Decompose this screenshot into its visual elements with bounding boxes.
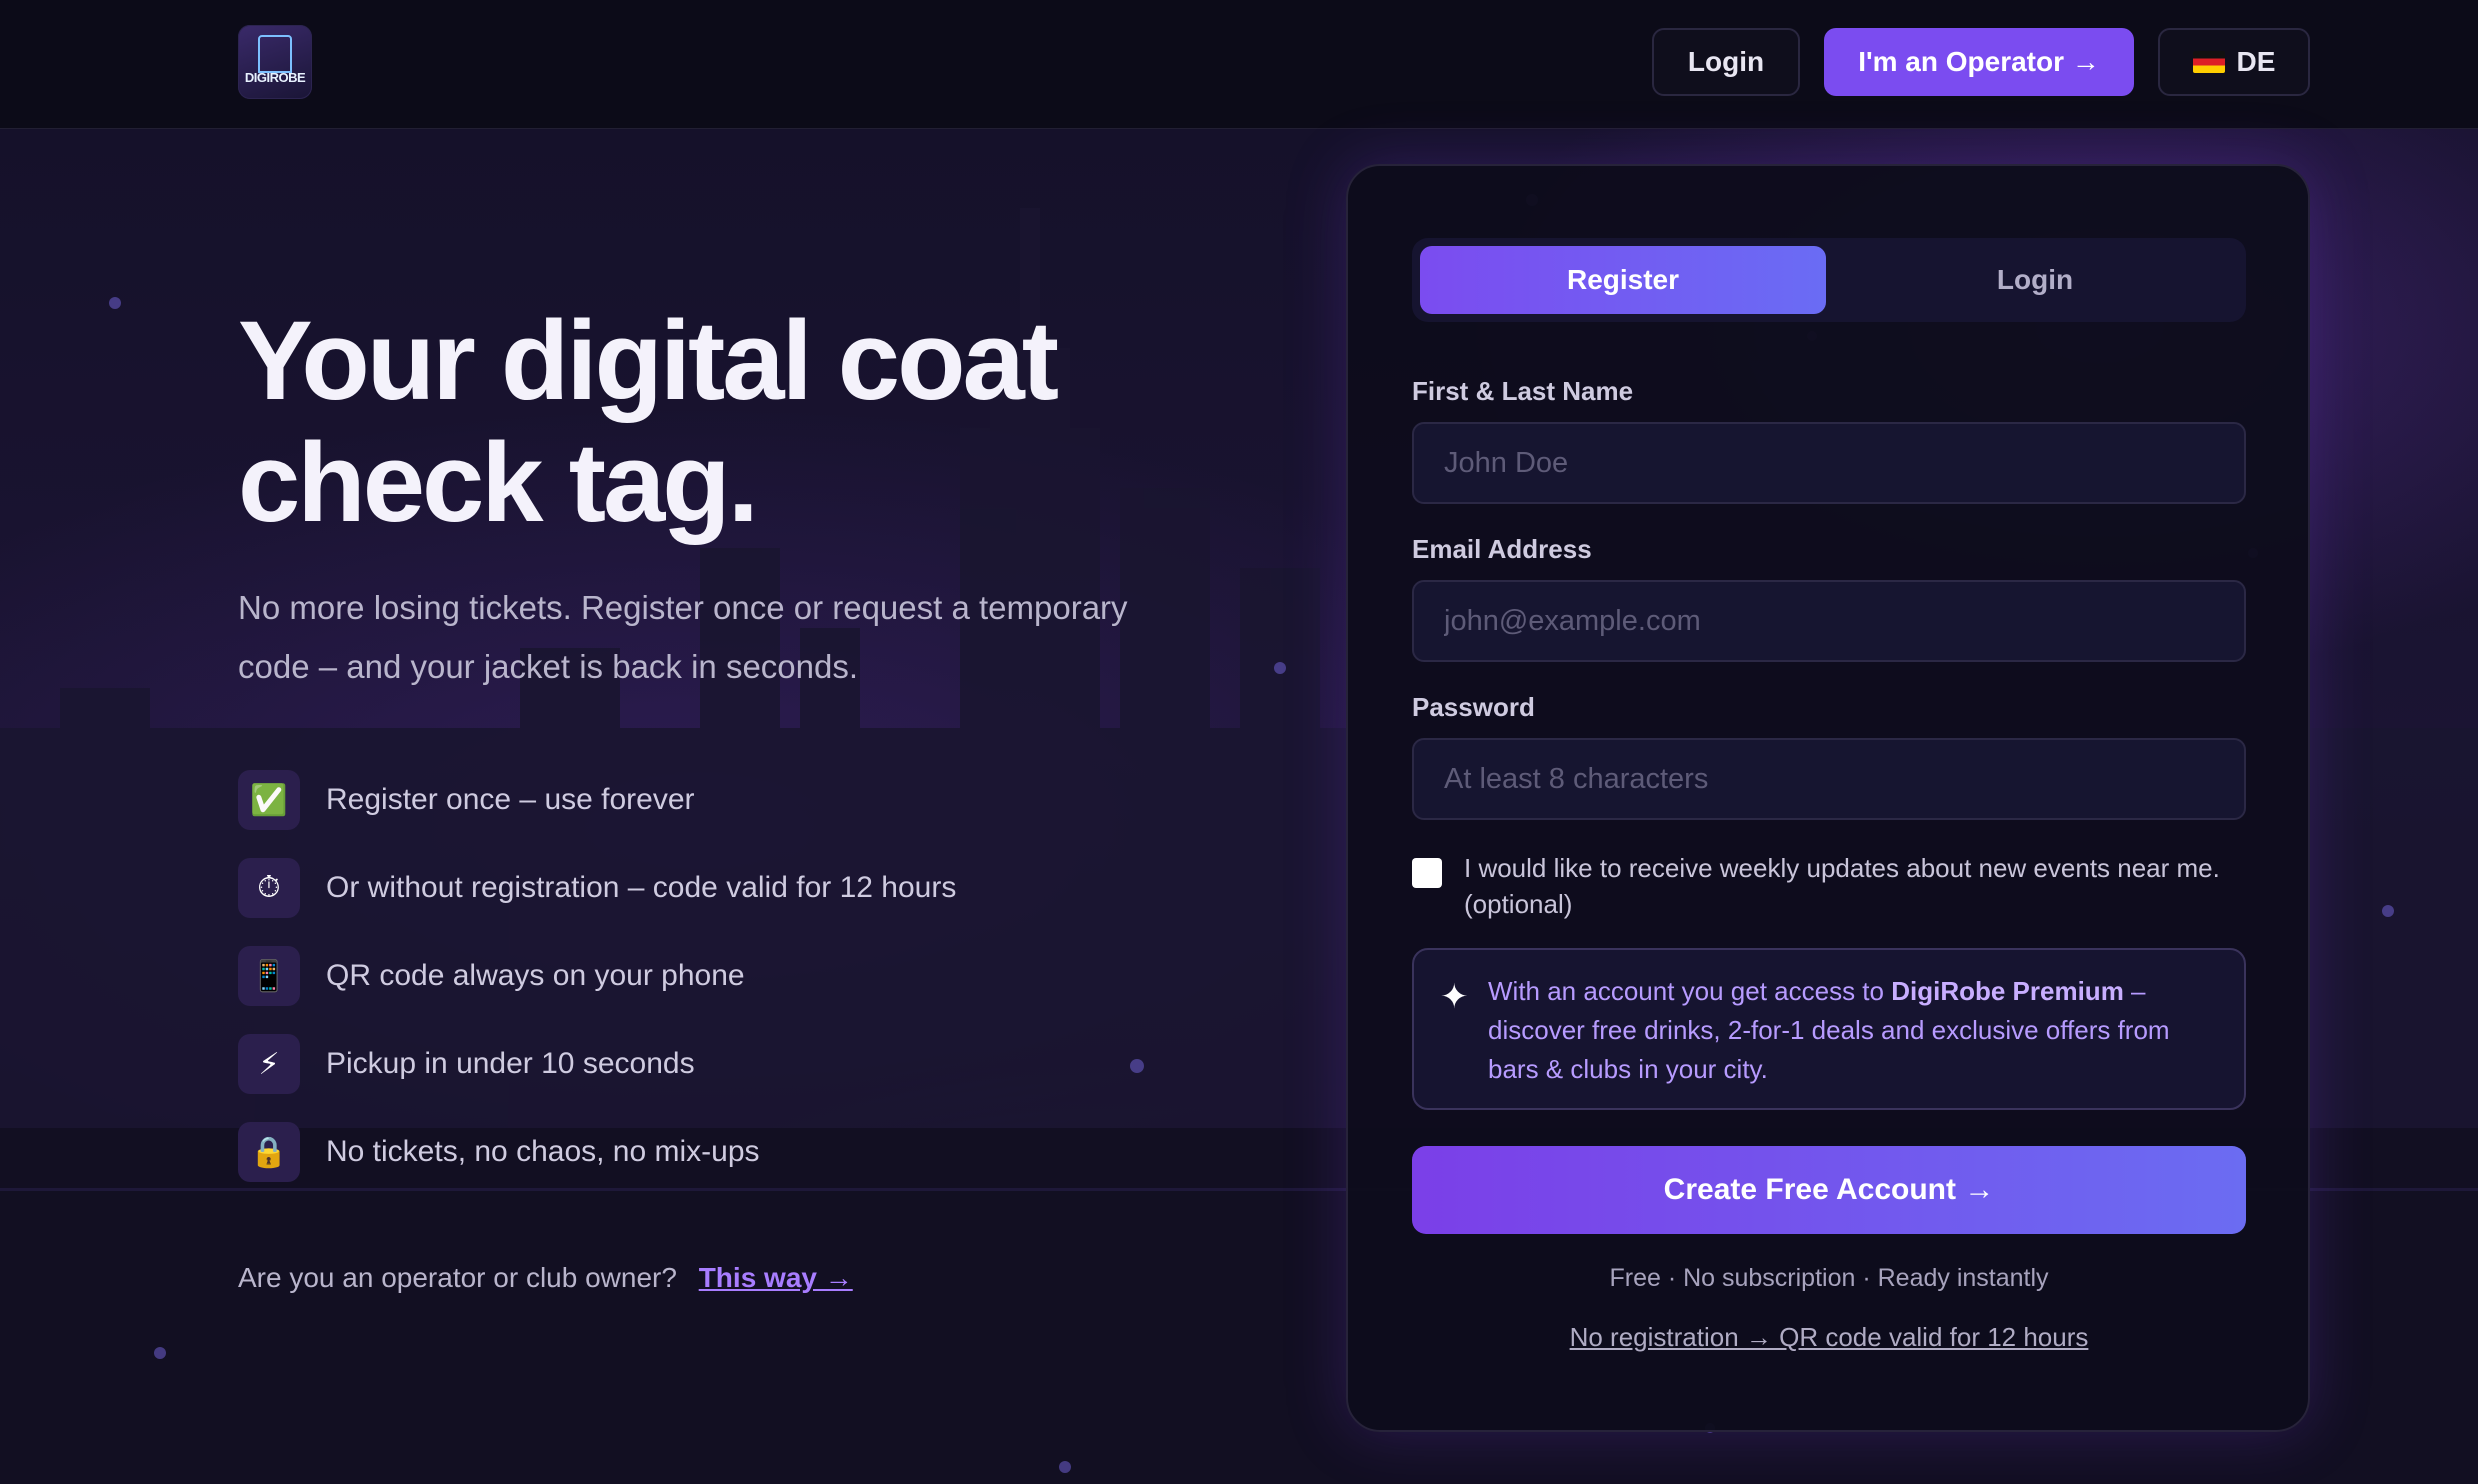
- feature-text: Or without registration – code valid for…: [326, 871, 957, 904]
- hero-title: Your digital coat check tag.: [238, 300, 1238, 544]
- hero-title-line-1: Your digital coat: [238, 298, 1059, 423]
- feature-item: ✅ Register once – use forever: [238, 770, 1138, 830]
- operator-link[interactable]: This way →: [699, 1262, 853, 1293]
- logo-text: DIGIROBE: [244, 70, 306, 85]
- newsletter-option: I would like to receive weekly updates a…: [1412, 850, 2246, 922]
- hero-subtitle: No more losing tickets. Register once or…: [238, 589, 1128, 685]
- create-account-button[interactable]: Create Free Account →: [1412, 1146, 2246, 1234]
- operator-prompt: Are you an operator or club owner? This …: [238, 1262, 853, 1294]
- name-field[interactable]: [1412, 422, 2246, 504]
- feature-item: ⏱ Or without registration – code valid f…: [238, 858, 1138, 918]
- header-login-button[interactable]: Login: [1652, 28, 1800, 96]
- premium-info-box: ✦ With an account you get access to Digi…: [1412, 948, 2246, 1110]
- email-label: Email Address: [1412, 534, 1592, 564]
- sparkle-icon: ✦: [1440, 978, 1469, 1016]
- no-registration-link[interactable]: No registration → QR code valid for 12 h…: [1412, 1322, 2246, 1353]
- flag-de-icon: [2192, 51, 2225, 73]
- tab-login[interactable]: Login: [1832, 246, 2238, 314]
- signup-note: Free · No subscription · Ready instantly: [1609, 1264, 2049, 1292]
- digirobe-logo[interactable]: DIGIROBE: [238, 25, 312, 99]
- feature-item: 📱 QR code always on your phone: [238, 946, 1138, 1006]
- feature-text: QR code always on your phone: [326, 959, 745, 992]
- name-label: First & Last Name: [1412, 376, 1634, 406]
- auth-card: Register Login First & Last Name Email A…: [1346, 164, 2310, 1432]
- top-navbar: DIGIROBE Login I'm an Operator → DE: [0, 0, 2478, 129]
- operator-button[interactable]: I'm an Operator →: [1824, 28, 2134, 96]
- password-label: Password: [1412, 692, 1535, 722]
- premium-text-prefix: With an account you get access to: [1488, 976, 1892, 1006]
- language-label: DE: [2236, 46, 2276, 77]
- feature-text: No tickets, no chaos, no mix-ups: [326, 1135, 760, 1168]
- lightning-icon: ⚡: [238, 1034, 300, 1094]
- newsletter-label: I would like to receive weekly updates a…: [1464, 853, 2220, 919]
- stopwatch-icon: ⏱: [238, 858, 300, 918]
- email-field[interactable]: [1412, 580, 2246, 662]
- feature-text: Register once – use forever: [326, 783, 695, 816]
- password-field[interactable]: [1412, 738, 2246, 820]
- newsletter-checkbox[interactable]: [1412, 858, 1442, 888]
- lock-icon: 🔒: [238, 1122, 300, 1182]
- feature-text: Pickup in under 10 seconds: [326, 1047, 695, 1080]
- premium-brand: DigiRobe Premium: [1891, 976, 2124, 1006]
- hero-title-line-2: check tag.: [238, 420, 759, 545]
- tab-register[interactable]: Register: [1420, 246, 1826, 314]
- phone-icon: 📱: [238, 946, 300, 1006]
- logo-tower-icon: [258, 35, 292, 73]
- checkmark-icon: ✅: [238, 770, 300, 830]
- operator-question: Are you an operator or club owner?: [238, 1262, 677, 1293]
- language-switch-button[interactable]: DE: [2158, 28, 2310, 96]
- feature-item: ⚡ Pickup in under 10 seconds: [238, 1034, 1138, 1094]
- feature-item: 🔒 No tickets, no chaos, no mix-ups: [238, 1122, 1138, 1182]
- auth-tabs: Register Login: [1412, 238, 2246, 322]
